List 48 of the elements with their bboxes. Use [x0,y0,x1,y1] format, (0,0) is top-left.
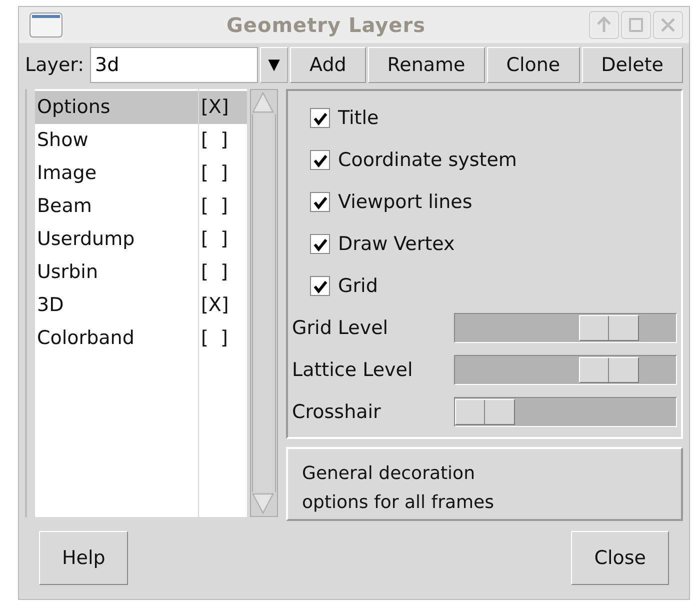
slider-label: Crosshair [292,401,382,423]
layer-item[interactable]: Show [35,124,198,157]
checkbox-label: Coordinate system [338,149,517,171]
slider-thumb[interactable] [578,315,639,341]
checkbox-label: Draw Vertex [338,233,455,255]
slider-track[interactable] [454,355,677,385]
layer-item[interactable]: 3D [35,289,198,322]
layer-item[interactable]: Options [35,91,198,124]
layer-button[interactable]: Clone [486,47,580,83]
layer-item[interactable]: Usrbin [35,256,198,289]
flag-text: [ ] [200,194,229,219]
layer-item[interactable]: Image [35,157,198,190]
flag-text: [X] [200,293,230,318]
layer-label: Layer: [25,54,84,76]
checkbox-label: Title [338,107,379,129]
layer-item[interactable]: Beam [35,190,198,223]
slider-track[interactable] [454,313,677,343]
dialog-button[interactable]: Close [571,531,669,585]
checkbox-label: Viewport lines [338,191,472,213]
window-icon [29,12,63,38]
flag-text: [ ] [200,326,229,351]
layer-item[interactable]: Colorband [35,322,198,355]
slider-thumb[interactable] [455,399,515,425]
layer-field[interactable]: 3d [90,47,258,83]
window-title: Geometry Layers [225,13,427,37]
dialog-button[interactable]: Help [39,531,128,585]
layer-button[interactable]: Rename [368,47,485,83]
description-text: General decoration options for all frames [286,447,683,521]
layer-button[interactable]: Add [290,47,366,83]
checkbox[interactable] [310,150,330,170]
scrollbar[interactable] [250,89,278,517]
slider-thumb[interactable] [578,357,639,383]
flag-text: [ ] [200,161,229,186]
slider-track[interactable] [454,397,677,427]
checkbox-label: Grid [338,275,378,297]
checkbox[interactable] [310,192,330,212]
dropdown-button[interactable]: ▼ [260,47,288,83]
flag-text: [ ] [200,227,229,252]
checkbox[interactable] [310,234,330,254]
layer-button[interactable]: Delete [582,47,683,83]
flag-text: [ ] [200,128,229,153]
checkbox[interactable] [310,108,330,128]
flag-text: [ ] [200,260,229,285]
checkbox[interactable] [310,276,330,296]
flag-text: [X] [199,91,247,124]
slider-label: Grid Level [292,317,390,339]
layer-item[interactable]: Userdump [35,223,198,256]
slider-label: Lattice Level [292,359,414,381]
